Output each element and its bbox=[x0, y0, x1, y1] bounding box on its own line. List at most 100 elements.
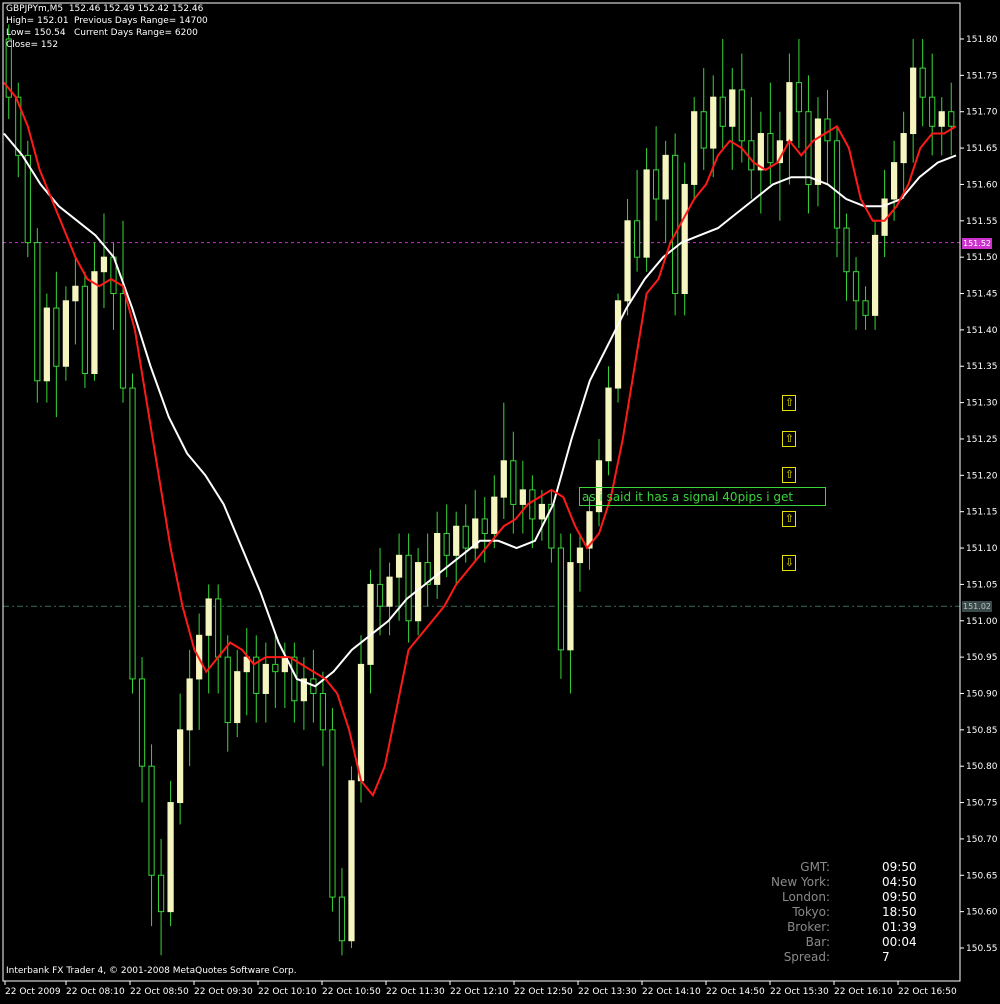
arrow-down-icon: ⇩ bbox=[782, 554, 797, 571]
moving-averages-layer bbox=[3, 81, 957, 798]
y-tick-label: 151.10 bbox=[966, 544, 998, 554]
candle bbox=[100, 213, 108, 309]
candle-body-bear bbox=[672, 154, 679, 295]
x-tick-label: 22 Oct 09:30 bbox=[194, 987, 253, 997]
arrow-up-icon: ⇧ bbox=[782, 510, 797, 527]
candle bbox=[367, 569, 374, 694]
candle bbox=[862, 286, 869, 330]
clock-row: London: 09:50 bbox=[760, 890, 960, 905]
candle-body-bull bbox=[567, 562, 574, 651]
candle bbox=[824, 89, 831, 185]
curr-range-label: Current Days Range= 6200 bbox=[74, 28, 198, 38]
candle-body-bull bbox=[681, 183, 688, 295]
y-tick-label: 151.75 bbox=[966, 71, 998, 81]
x-tick-label: 22 Oct 2009 bbox=[5, 987, 61, 997]
candle-body-bear bbox=[510, 460, 517, 505]
clock-value: 18:50 bbox=[882, 905, 917, 919]
candle-body-bull bbox=[491, 496, 498, 534]
candle bbox=[795, 39, 803, 149]
x-tick-label: 22 Oct 15:30 bbox=[770, 987, 829, 997]
clock-row: Tokyo: 18:50 bbox=[760, 905, 960, 920]
candle-body-bear bbox=[738, 89, 745, 142]
x-tick-label: 22 Oct 14:10 bbox=[642, 987, 701, 997]
candle-body-bull bbox=[938, 111, 945, 127]
x-tick-label: 22 Oct 12:10 bbox=[450, 987, 509, 997]
candle-body-bull bbox=[576, 547, 584, 564]
y-tick-label: 151.80 bbox=[966, 35, 998, 45]
candle-body-bull bbox=[386, 576, 393, 607]
candle bbox=[24, 140, 31, 258]
chart-area[interactable]: 151.80 151.75 151.70 151.65 151.60 151.55 151.… bbox=[0, 0, 1000, 1000]
candle bbox=[595, 438, 603, 527]
y-tick-label: 151.55 bbox=[966, 217, 998, 227]
candle-body-bear bbox=[148, 765, 155, 876]
candle bbox=[43, 293, 50, 403]
candle-body-bear bbox=[795, 82, 803, 113]
price-chart[interactable]: 151.80 151.75 151.70 151.65 151.60 151.55 151.… bbox=[0, 0, 1000, 1000]
candle-body-bull bbox=[538, 503, 545, 520]
candle bbox=[900, 111, 907, 199]
candle-body-bull bbox=[177, 729, 184, 804]
x-tick-label: 22 Oct 08:50 bbox=[130, 987, 189, 997]
candle-body-bear bbox=[843, 227, 850, 273]
y-tick-label: 151.25 bbox=[966, 435, 998, 445]
candle-body-bull bbox=[757, 133, 764, 171]
clock-label: Broker: bbox=[787, 920, 830, 934]
y-tick-label: 151.05 bbox=[966, 580, 998, 590]
candle-body-bear bbox=[700, 111, 707, 149]
candle bbox=[262, 642, 269, 723]
candle-body-bear bbox=[215, 598, 222, 658]
candle bbox=[62, 286, 69, 381]
candle-body-bull bbox=[500, 460, 507, 498]
candle bbox=[919, 39, 926, 127]
candle-body-bull bbox=[662, 154, 669, 200]
candle-body-bear bbox=[748, 140, 755, 171]
candle-body-bear bbox=[557, 547, 565, 651]
candle bbox=[567, 533, 574, 694]
candle-body-bear bbox=[462, 525, 469, 549]
candle-body-bull bbox=[891, 162, 898, 200]
clock-row: GMT: 09:50 bbox=[760, 860, 960, 875]
candle-body-bull bbox=[710, 96, 717, 149]
candle bbox=[72, 257, 79, 345]
candle bbox=[177, 693, 184, 825]
candle-body-bull bbox=[900, 133, 907, 164]
candle bbox=[53, 271, 60, 418]
candle-body-bear bbox=[53, 307, 60, 367]
candle bbox=[614, 293, 622, 403]
candle-body-bull bbox=[395, 554, 403, 578]
candle bbox=[148, 744, 155, 927]
candle bbox=[624, 198, 631, 316]
candle-body-bull bbox=[72, 285, 79, 302]
candle bbox=[186, 649, 193, 767]
candle-body-bear bbox=[529, 489, 536, 520]
candle-body-bear bbox=[919, 67, 926, 98]
candle bbox=[81, 271, 89, 389]
candle bbox=[729, 68, 736, 170]
candle-body-bear bbox=[405, 554, 412, 622]
y-tick-label: 151.15 bbox=[966, 508, 998, 518]
clock-label: New York: bbox=[771, 875, 830, 889]
candle bbox=[681, 162, 688, 316]
candle-body-bull bbox=[729, 89, 736, 127]
candle-body-bull bbox=[186, 678, 193, 731]
y-tick-label: 151.70 bbox=[966, 108, 998, 118]
candle-body-bull bbox=[348, 780, 355, 942]
candle bbox=[519, 460, 526, 534]
candle bbox=[205, 584, 212, 694]
x-tick-label: 22 Oct 08:10 bbox=[66, 987, 125, 997]
grid-layer bbox=[3, 242, 960, 607]
candle bbox=[34, 228, 41, 403]
x-tick-label: 22 Oct 13:30 bbox=[578, 987, 637, 997]
signal-annotation[interactable]: as i said it has a signal 40pips i get bbox=[579, 487, 826, 506]
y-tick-label: 151.65 bbox=[966, 144, 998, 154]
candle bbox=[700, 68, 707, 170]
candle bbox=[167, 780, 174, 927]
candle bbox=[157, 838, 165, 956]
info-panel: GBPJPYm,M5 152.46 152.49 152.42 152.46 H… bbox=[6, 3, 208, 51]
candle bbox=[138, 657, 146, 803]
candle bbox=[881, 169, 888, 258]
ma-slow-line bbox=[3, 132, 957, 688]
arrow-up-icon: ⇧ bbox=[782, 394, 797, 411]
candle bbox=[338, 868, 346, 956]
